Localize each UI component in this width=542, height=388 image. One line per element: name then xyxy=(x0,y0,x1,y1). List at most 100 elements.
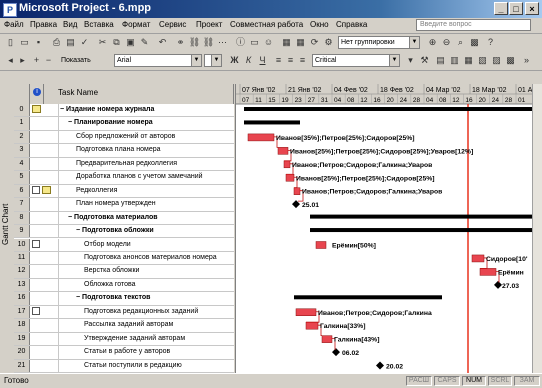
copy-icon[interactable]: ⧉ xyxy=(110,36,123,49)
grid-icon[interactable]: ▦ xyxy=(462,54,475,67)
print-icon[interactable]: ⎙ xyxy=(50,36,63,49)
task-row[interactable]: 6 Редколлегия xyxy=(14,184,234,199)
row-number[interactable]: 6 xyxy=(14,184,30,198)
task-row[interactable]: 7 План номера утвержден xyxy=(14,198,234,212)
publish-all-icon[interactable]: ▦ xyxy=(294,36,307,49)
task-row[interactable]: 9 − Подготовка обложки xyxy=(14,225,234,239)
minimize-button[interactable]: _ xyxy=(494,2,508,15)
copy-picture-icon[interactable]: ▩ xyxy=(468,36,481,49)
row-number[interactable]: 12 xyxy=(14,265,30,278)
task-name[interactable]: − Планирование номера xyxy=(68,117,232,129)
task-name[interactable]: Подготовка плана номера xyxy=(76,144,232,156)
task-name[interactable]: − Подготовка текстов xyxy=(76,292,232,304)
view-icon[interactable]: ▩ xyxy=(504,54,517,67)
preview-icon[interactable]: ▤ xyxy=(64,36,77,49)
link-tasks-icon[interactable]: ⛓ xyxy=(188,36,201,49)
task-row[interactable]: 16 − Подготовка текстов xyxy=(14,292,234,306)
task-row[interactable]: 4 Предварительная редколлегия xyxy=(14,157,234,172)
autofilter-icon[interactable]: ▾ xyxy=(404,54,417,67)
task-name[interactable]: Подготовка редакционных заданий xyxy=(84,306,232,318)
task-row[interactable]: 3 Подготовка плана номера xyxy=(14,144,234,158)
help-search-input[interactable]: Введите вопрос xyxy=(416,19,531,31)
task-row[interactable]: 5 Доработка планов с учетом замечаний xyxy=(14,171,234,185)
columns-icon[interactable]: ▥ xyxy=(448,54,461,67)
calendar-icon[interactable] xyxy=(32,306,40,315)
menu-view[interactable]: Вид xyxy=(63,20,77,29)
row-number[interactable]: 2 xyxy=(14,130,30,144)
task-row[interactable]: 13 Обложка готова xyxy=(14,278,234,293)
task-name[interactable]: План номера утвержден xyxy=(76,198,232,210)
group-by-dropdown[interactable]: Нет группировки ▼ xyxy=(338,36,420,49)
task-row[interactable]: 8 − Подготовка материалов xyxy=(14,211,234,226)
align-right-icon[interactable]: ≡ xyxy=(296,54,309,67)
indent-icon[interactable]: ▸ xyxy=(16,54,29,67)
chart-icon[interactable]: ▧ xyxy=(476,54,489,67)
undo-icon[interactable]: ↶ xyxy=(156,36,169,49)
row-number[interactable]: 5 xyxy=(14,171,30,184)
font-dropdown[interactable]: Arial ▼ xyxy=(114,54,202,67)
row-number[interactable]: 0 xyxy=(14,104,30,117)
more-icon[interactable]: » xyxy=(520,54,533,67)
row-number-header[interactable] xyxy=(14,84,30,104)
row-number[interactable]: 1 xyxy=(14,117,30,130)
task-row[interactable]: 20 Статьи в работе у авторов xyxy=(14,346,234,360)
task-name[interactable]: Отбор модели xyxy=(84,239,232,251)
row-number[interactable]: 11 xyxy=(14,251,30,265)
filter-dropdown[interactable]: Critical ▼ xyxy=(312,54,400,67)
task-row[interactable]: 1 − Планирование номера xyxy=(14,117,234,131)
task-row[interactable]: 17 Подготовка редакционных заданий xyxy=(14,305,234,320)
row-number[interactable]: 10 xyxy=(14,238,30,251)
row-number[interactable]: 8 xyxy=(14,211,30,225)
task-row[interactable]: 12 Верстка обложки xyxy=(14,265,234,279)
task-name[interactable]: Редколлегия xyxy=(76,185,232,197)
row-number[interactable]: 17 xyxy=(14,305,30,319)
task-name[interactable]: Обложка готова xyxy=(84,279,232,291)
menu-tools[interactable]: Сервис xyxy=(159,20,186,29)
menu-file[interactable]: Файл xyxy=(4,20,24,29)
gantt-wizard-icon[interactable]: ⚒ xyxy=(418,54,431,67)
task-name[interactable]: Верстка обложки xyxy=(84,265,232,277)
task-row[interactable]: 2 Сбор предложений от авторов xyxy=(14,130,234,145)
indicators-header[interactable]: i xyxy=(30,84,44,104)
open-icon[interactable]: ▭ xyxy=(18,36,31,49)
task-name[interactable]: − Подготовка обложки xyxy=(76,225,232,237)
menu-help[interactable]: Справка xyxy=(336,20,367,29)
task-name[interactable]: Сбор предложений от авторов xyxy=(76,131,232,143)
zoom-out-icon[interactable]: ⊖ xyxy=(440,36,453,49)
task-row[interactable]: 0 − Издание номера журнала xyxy=(14,104,234,118)
task-name[interactable]: Доработка планов с учетом замечаний xyxy=(76,171,232,183)
publish-icon[interactable]: ▦ xyxy=(280,36,293,49)
cut-icon[interactable]: ✂ xyxy=(96,36,109,49)
hyperlink-icon[interactable]: ⚭ xyxy=(174,36,187,49)
task-name[interactable]: Статьи поступили в редакцию xyxy=(84,360,232,372)
menu-project[interactable]: Проект xyxy=(196,20,222,29)
maximize-button[interactable]: □ xyxy=(509,2,523,15)
italic-icon[interactable]: К xyxy=(242,54,255,67)
row-number[interactable]: 3 xyxy=(14,144,30,157)
task-name[interactable]: Рассылка заданий авторам xyxy=(84,319,232,331)
calendar-icon[interactable] xyxy=(32,185,40,194)
unlink-tasks-icon[interactable]: ⛓ xyxy=(202,36,215,49)
refresh-icon[interactable]: ⟳ xyxy=(308,36,321,49)
hide-subtasks-icon[interactable]: − xyxy=(42,54,55,67)
task-name[interactable]: Подготовка анонсов материалов номера xyxy=(84,252,232,264)
menu-window[interactable]: Окно xyxy=(310,20,329,29)
paste-icon[interactable]: ▣ xyxy=(124,36,137,49)
close-button[interactable]: × xyxy=(525,2,539,15)
task-row[interactable]: 11 Подготовка анонсов материалов номера xyxy=(14,251,234,266)
menu-insert[interactable]: Вставка xyxy=(84,20,114,29)
table-icon[interactable]: ▤ xyxy=(434,54,447,67)
help-icon[interactable]: ? xyxy=(484,36,497,49)
row-number[interactable]: 7 xyxy=(14,198,30,211)
row-number[interactable]: 16 xyxy=(14,292,30,305)
gear-icon[interactable]: ⚙ xyxy=(322,36,335,49)
menu-collaborate[interactable]: Совместная работа xyxy=(230,20,303,29)
font-size-dropdown[interactable]: ▼ xyxy=(204,54,222,67)
task-row[interactable]: 19 Утверждение заданий авторам xyxy=(14,332,234,347)
layout-icon[interactable]: ▨ xyxy=(490,54,503,67)
zoom-in-icon[interactable]: ⊕ xyxy=(426,36,439,49)
task-row[interactable]: 21 Статьи поступили в редакцию xyxy=(14,359,234,373)
task-name[interactable]: − Подготовка материалов xyxy=(68,212,232,224)
save-icon[interactable]: ▪ xyxy=(32,36,45,49)
split-task-icon[interactable]: ⋯ xyxy=(216,36,229,49)
